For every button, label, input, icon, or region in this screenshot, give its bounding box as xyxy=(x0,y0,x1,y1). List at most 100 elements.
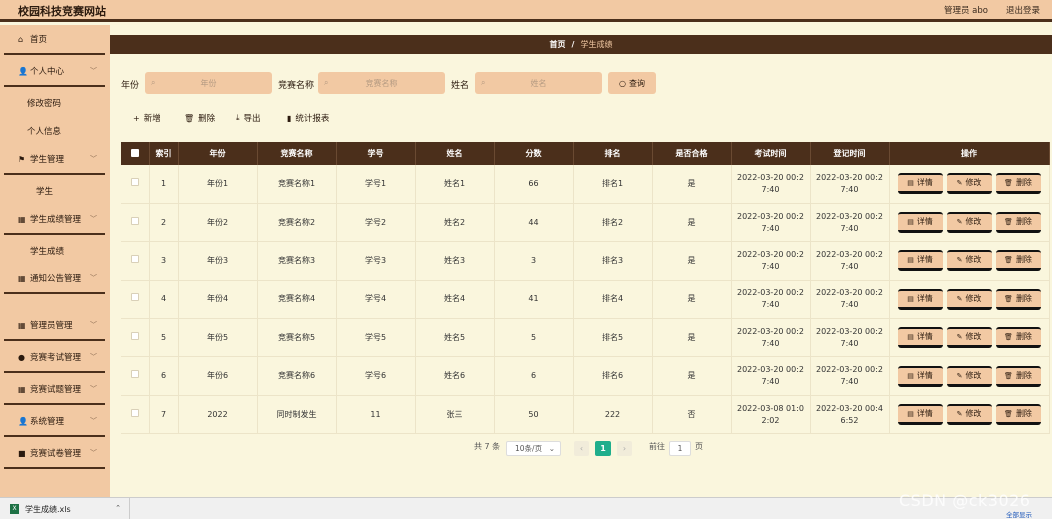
column-header: 是否合格 xyxy=(652,142,732,165)
sidebar-item-exam-mgmt[interactable]: ● 竞赛考试管理 ﹀ xyxy=(4,343,105,373)
cell-exam-time: 2022-03-20 00:2 7:40 xyxy=(731,280,811,319)
row-delete-button[interactable]: 🗑 删除 xyxy=(995,173,1041,195)
edit-button[interactable]: ✎ 修改 xyxy=(946,173,992,195)
chevron-down-icon: ﹀ xyxy=(90,274,97,282)
row-select-cell[interactable] xyxy=(121,203,150,242)
table-header-row: 索引 年份 竞赛名称 学号 姓名 分数 排名 是否合格 考试时间 登记时间 操作 xyxy=(121,142,1050,165)
row-delete-button[interactable]: 🗑 删除 xyxy=(995,288,1041,310)
chevron-up-icon[interactable]: ⌃ xyxy=(115,504,121,512)
detail-button[interactable]: ▤ 详情 xyxy=(897,327,943,349)
row-delete-button[interactable]: 🗑 删除 xyxy=(995,250,1041,272)
row-delete-button[interactable]: 🗑 删除 xyxy=(995,365,1041,387)
sidebar-subitem-profile[interactable]: 个人信息 xyxy=(27,125,61,137)
year-input[interactable]: ⌕ 年份 xyxy=(145,72,272,94)
column-header: 学号 xyxy=(336,142,416,165)
row-checkbox[interactable] xyxy=(130,331,139,340)
cell-comp: 同时制发生 xyxy=(257,395,337,434)
name-input[interactable]: ⌕ 姓名 xyxy=(475,72,602,94)
delete-button[interactable]: 🗑 删除 xyxy=(184,112,215,125)
stats-report-button[interactable]: ▮ 统计报表 xyxy=(287,112,330,125)
edit-button[interactable]: ✎ 修改 xyxy=(946,365,992,387)
edit-button[interactable]: ✎ 修改 xyxy=(946,288,992,310)
logout-link[interactable]: 退出登录 xyxy=(1006,4,1040,16)
detail-button[interactable]: ▤ 详情 xyxy=(897,212,943,234)
sidebar-item-system-mgmt[interactable]: 👤 系统管理 ﹀ xyxy=(4,407,105,437)
row-actions: ▤ 详情 ✎ 修改 🗑 删除 xyxy=(889,395,1050,434)
add-button[interactable]: + 新增 xyxy=(133,112,161,125)
sidebar-item-personal-center[interactable]: 👤 个人中心 ﹀ xyxy=(4,57,105,87)
cell-exam-time: 2022-03-20 00:2 7:40 xyxy=(731,241,811,281)
sidebar-subitem-student[interactable]: 学生 xyxy=(36,185,53,197)
edit-icon: ✎ xyxy=(956,333,963,342)
grid-icon: ▦ xyxy=(18,320,26,330)
show-all-downloads[interactable]: 全部显示 xyxy=(1006,509,1032,519)
select-all-checkbox[interactable] xyxy=(130,148,139,157)
stats-report-label: 统计报表 xyxy=(295,114,330,124)
cell-rank: 排名6 xyxy=(573,356,653,396)
cell-idx: 7 xyxy=(149,395,179,434)
goto-page-input[interactable]: 1 xyxy=(669,441,691,456)
row-checkbox[interactable] xyxy=(130,370,139,379)
row-select-cell[interactable] xyxy=(121,356,150,396)
detail-button[interactable]: ▤ 详情 xyxy=(897,404,943,426)
sidebar-item-paper-mgmt[interactable]: ■ 竞赛试卷管理 ﹀ xyxy=(4,439,105,469)
row-select-cell[interactable] xyxy=(121,241,150,281)
detail-button[interactable]: ▤ 详情 xyxy=(897,365,943,387)
name-placeholder: 姓名 xyxy=(530,78,547,88)
row-actions: ▤ 详情 ✎ 修改 🗑 删除 xyxy=(889,203,1050,242)
download-item[interactable]: X 学生成绩.xls ⌃ xyxy=(0,498,130,519)
chevron-right-icon: › xyxy=(622,444,627,453)
prev-page-button[interactable]: ‹ xyxy=(574,441,589,456)
row-select-cell[interactable] xyxy=(121,280,150,319)
cell-comp: 竞赛名称1 xyxy=(257,165,337,204)
sidebar-subitem-student-score[interactable]: 学生成绩 xyxy=(30,245,64,257)
edit-button[interactable]: ✎ 修改 xyxy=(946,404,992,426)
cell-score: 44 xyxy=(494,203,574,242)
competition-input[interactable]: ⌕ 竞赛名称 xyxy=(318,72,445,94)
sidebar-item-score-mgmt[interactable]: ▦ 学生成绩管理 ﹀ xyxy=(4,205,105,235)
sidebar-item-home[interactable]: ⌂ 首页 xyxy=(4,25,105,55)
row-checkbox[interactable] xyxy=(130,408,139,417)
row-checkbox[interactable] xyxy=(130,254,139,263)
select-all-header[interactable] xyxy=(121,142,150,165)
row-delete-button[interactable]: 🗑 删除 xyxy=(995,212,1041,234)
score-table: 索引 年份 竞赛名称 学号 姓名 分数 排名 是否合格 考试时间 登记时间 操作… xyxy=(121,142,1050,434)
edit-button[interactable]: ✎ 修改 xyxy=(946,250,992,272)
sidebar-subitem-change-password[interactable]: 修改密码 xyxy=(27,97,61,109)
pagination-total: 共 7 条 xyxy=(474,442,501,451)
sidebar-item-student-mgmt[interactable]: ⚑ 学生管理 ﹀ xyxy=(4,145,105,175)
sidebar-item-question-mgmt[interactable]: ▦ 竞赛试题管理 ﹀ xyxy=(4,375,105,405)
detail-button[interactable]: ▤ 详情 xyxy=(897,288,943,310)
page-size-select[interactable]: 10条/页 ⌄ xyxy=(506,441,561,456)
column-header: 考试时间 xyxy=(731,142,811,165)
row-checkbox[interactable] xyxy=(130,177,139,186)
sidebar-item-label: 学生管理 xyxy=(30,155,65,165)
edit-button[interactable]: ✎ 修改 xyxy=(946,327,992,349)
export-button[interactable]: ⤓ 导出 xyxy=(236,112,261,124)
cell-score: 50 xyxy=(494,395,574,434)
breadcrumb-home[interactable]: 首页 xyxy=(550,39,566,50)
column-header: 年份 xyxy=(178,142,258,165)
user-icon: 👤 xyxy=(18,416,28,426)
row-select-cell[interactable] xyxy=(121,395,150,434)
next-page-button[interactable]: › xyxy=(617,441,632,456)
detail-button[interactable]: ▤ 详情 xyxy=(897,173,943,195)
column-header: 索引 xyxy=(149,142,179,165)
cell-reg-time: 2022-03-20 00:2 7:40 xyxy=(810,356,890,396)
detail-button[interactable]: ▤ 详情 xyxy=(897,250,943,272)
row-delete-button[interactable]: 🗑 删除 xyxy=(995,404,1041,426)
row-checkbox[interactable] xyxy=(130,216,139,225)
sidebar-item-admin-mgmt[interactable]: ▦ 管理员管理 ﹀ xyxy=(4,311,105,341)
cell-score: 3 xyxy=(494,241,574,281)
row-delete-button[interactable]: 🗑 删除 xyxy=(995,327,1041,349)
cell-rank: 排名1 xyxy=(573,165,653,204)
row-select-cell[interactable] xyxy=(121,165,150,204)
row-checkbox[interactable] xyxy=(130,293,139,302)
edit-button[interactable]: ✎ 修改 xyxy=(946,212,992,234)
sidebar-item-notice-mgmt[interactable]: ▦ 通知公告管理 ﹀ xyxy=(4,264,105,294)
year-label: 年份 xyxy=(121,81,140,91)
row-select-cell[interactable] xyxy=(121,318,150,357)
page-number-current[interactable]: 1 xyxy=(595,441,611,456)
query-button[interactable]: ○ 查询 xyxy=(608,72,656,94)
detail-label: 详情 xyxy=(916,409,933,419)
